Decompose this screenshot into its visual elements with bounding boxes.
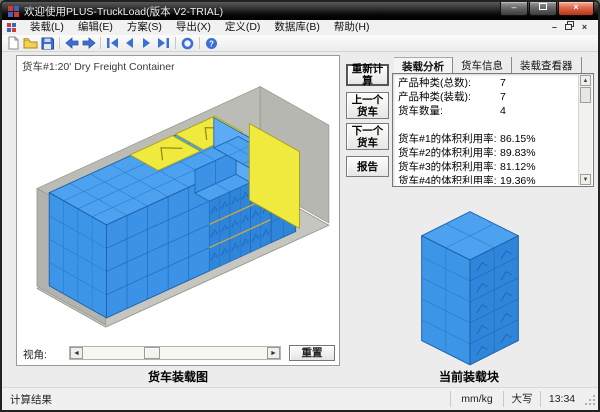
save-button[interactable]: [39, 36, 56, 51]
new-file-icon: [7, 36, 20, 50]
truck-loading-panel: 货车#1:20' Dry Freight Container 视角: ◄ ► 重…: [16, 55, 340, 366]
menu-plan[interactable]: 方案(S): [120, 20, 169, 35]
app-icon: [8, 6, 19, 17]
analysis-row: 产品种类(装载):7: [398, 90, 577, 104]
previous-truck-side-button[interactable]: 上一个货车: [346, 92, 389, 119]
recalculate-button[interactable]: 重新计算: [346, 64, 389, 86]
back-button[interactable]: [63, 36, 80, 51]
current-block-label: 当前装载块: [394, 368, 544, 385]
client-area: 货车#1:20' Dry Freight Container 视角: ◄ ► 重…: [2, 53, 598, 388]
calculate-button[interactable]: [179, 36, 196, 51]
window-title: 欢迎使用PLUS-TruckLoad(版本 V2-TRIAL): [24, 4, 223, 19]
close-button[interactable]: ×: [558, 2, 594, 16]
mdi-restore-button[interactable]: [562, 21, 577, 34]
open-folder-icon: [23, 37, 38, 50]
next-truck-side-button[interactable]: 下一个货车: [346, 123, 389, 150]
help-icon: ?: [205, 37, 218, 50]
save-icon: [41, 37, 54, 50]
analysis-row: 货车#1的体积利用率:86.15%: [398, 132, 577, 146]
scroll-right-icon[interactable]: ►: [267, 347, 280, 359]
view-angle-row: 视角: ◄ ► 重置: [17, 345, 339, 362]
new-file-button[interactable]: [5, 36, 22, 51]
info-scroll-thumb[interactable]: [580, 87, 591, 103]
menu-load[interactable]: 装载(L): [23, 20, 71, 35]
analysis-tabs: 装载分析 货车信息 装载查看器: [394, 57, 582, 73]
view-angle-thumb[interactable]: [144, 347, 160, 359]
next-truck-button[interactable]: [138, 36, 155, 51]
view-angle-label: 视角:: [23, 347, 47, 362]
truck-figure-label: 货车装载图: [16, 368, 340, 385]
scroll-left-icon[interactable]: ◄: [70, 347, 83, 359]
truck-3d-view[interactable]: [17, 72, 339, 342]
first-truck-button[interactable]: [104, 36, 121, 51]
current-block-3d-view: [416, 210, 524, 368]
back-arrow-icon: [65, 37, 79, 49]
analysis-rows: 产品种类(总数):7 产品种类(装载):7 货车数量:4 货车#1的体积利用率:…: [393, 76, 577, 184]
status-bar: 计算结果 mm/kg 大写 13:34: [2, 387, 598, 410]
analysis-info-box: 产品种类(总数):7 产品种类(装载):7 货车数量:4 货车#1的体积利用率:…: [392, 73, 594, 187]
maximize-button[interactable]: [529, 2, 557, 16]
previous-truck-icon: [124, 37, 135, 49]
status-time: 13:34: [540, 391, 583, 407]
app-window: 欢迎使用PLUS-TruckLoad(版本 V2-TRIAL) – × 装载(L…: [0, 0, 600, 412]
analysis-row: 货车#4的体积利用率:19.36%: [398, 174, 577, 184]
open-folder-button[interactable]: [22, 36, 39, 51]
last-truck-icon: [157, 37, 170, 49]
mdi-close-button[interactable]: ×: [577, 21, 592, 34]
status-caps: 大写: [503, 391, 540, 407]
analysis-row: 货车#3的体积利用率:81.12%: [398, 160, 577, 174]
first-truck-icon: [106, 37, 119, 49]
menu-define[interactable]: 定义(D): [218, 20, 268, 35]
menu-export[interactable]: 导出(X): [169, 20, 218, 35]
mdi-child-icon: [7, 23, 17, 33]
title-bar: 欢迎使用PLUS-TruckLoad(版本 V2-TRIAL) – ×: [2, 2, 598, 20]
maximize-icon: [539, 3, 547, 10]
analysis-row: 货车#2的体积利用率:89.83%: [398, 146, 577, 160]
report-button[interactable]: 报告: [346, 156, 389, 177]
help-button[interactable]: ?: [203, 36, 220, 51]
menu-bar: 装载(L) 编辑(E) 方案(S) 导出(X) 定义(D) 数据库(B) 帮助(…: [2, 20, 598, 36]
tab-loading-analysis[interactable]: 装载分析: [394, 57, 453, 73]
tab-loading-viewer[interactable]: 装载查看器: [512, 57, 582, 73]
toolbar: ?: [2, 35, 598, 52]
menu-database[interactable]: 数据库(B): [267, 20, 327, 35]
mdi-minimize-button[interactable]: –: [547, 21, 562, 34]
analysis-row: [398, 118, 577, 132]
reset-view-button[interactable]: 重置: [289, 345, 335, 361]
analysis-row: 产品种类(总数):7: [398, 76, 577, 90]
scroll-up-icon[interactable]: ▲: [580, 75, 591, 86]
view-angle-scrollbar[interactable]: ◄ ►: [69, 346, 281, 360]
svg-text:?: ?: [209, 39, 214, 48]
forward-button[interactable]: [80, 36, 97, 51]
calculate-icon: [181, 37, 194, 50]
status-units: mm/kg: [450, 391, 503, 407]
resize-grip[interactable]: [583, 391, 597, 407]
menu-help[interactable]: 帮助(H): [327, 20, 377, 35]
status-message: 计算结果: [10, 392, 52, 407]
minimize-button[interactable]: –: [500, 2, 528, 16]
previous-truck-button[interactable]: [121, 36, 138, 51]
menu-edit[interactable]: 编辑(E): [71, 20, 120, 35]
next-truck-icon: [141, 37, 152, 49]
last-truck-button[interactable]: [155, 36, 172, 51]
restore-icon: [565, 21, 574, 30]
tab-truck-info[interactable]: 货车信息: [453, 57, 512, 73]
analysis-row: 货车数量:4: [398, 104, 577, 118]
info-scrollbar[interactable]: ▲ ▼: [578, 75, 592, 185]
scroll-down-icon[interactable]: ▼: [580, 174, 591, 185]
forward-arrow-icon: [82, 37, 96, 49]
